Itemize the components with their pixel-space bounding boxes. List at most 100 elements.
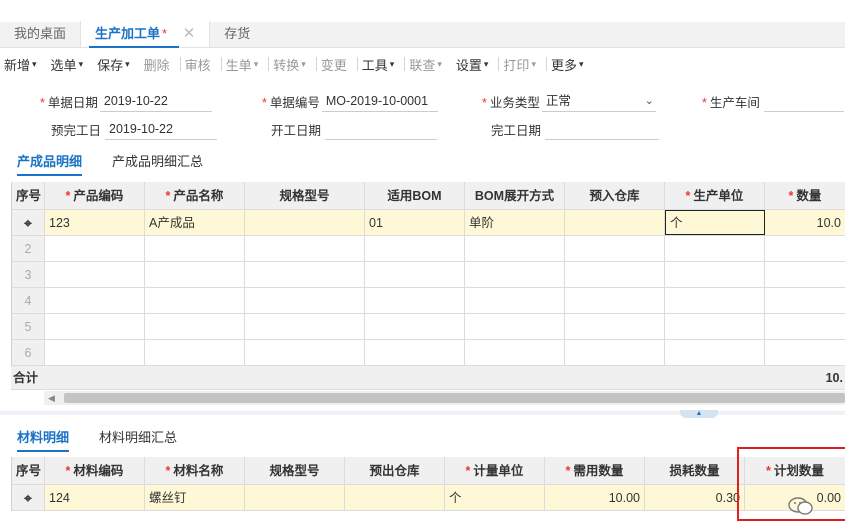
table-cell[interactable] xyxy=(245,485,345,510)
table-cell[interactable] xyxy=(465,236,565,261)
column-header[interactable]: 规格型号 xyxy=(245,182,365,209)
table-cell[interactable] xyxy=(145,236,245,261)
table-cell[interactable]: 01 xyxy=(365,210,465,235)
table-cell[interactable] xyxy=(45,236,145,261)
table-cell[interactable] xyxy=(665,340,765,365)
close-icon[interactable]: ✕ xyxy=(183,25,196,42)
table-cell[interactable] xyxy=(145,262,245,287)
table-cell[interactable] xyxy=(365,236,465,261)
table-cell[interactable] xyxy=(665,262,765,287)
biz-type-select[interactable]: 正常 ⌄ xyxy=(541,90,656,112)
table-cell[interactable]: 10.00 xyxy=(545,485,645,510)
column-header[interactable]: * 材料名称 xyxy=(145,457,245,484)
column-header[interactable]: * 需用数量 xyxy=(545,457,645,484)
column-header[interactable]: * 产品名称 xyxy=(145,182,245,209)
table-row[interactable]: 5 xyxy=(12,314,845,340)
table-cell[interactable]: A产成品 xyxy=(145,210,245,235)
column-header[interactable]: 规格型号 xyxy=(245,457,345,484)
toolbar-button-8[interactable]: 工具 ▾ xyxy=(358,55,405,74)
table-cell[interactable]: 123 xyxy=(45,210,145,235)
table-cell[interactable] xyxy=(365,262,465,287)
column-header[interactable]: * 计量单位 xyxy=(445,457,545,484)
tab-production-order[interactable]: 生产加工单 * ✕ xyxy=(80,21,211,48)
table-cell[interactable] xyxy=(45,340,145,365)
scroll-left-icon[interactable]: ◀ xyxy=(48,391,55,405)
tab-material-summary[interactable]: 材料明细汇总 xyxy=(99,427,177,452)
column-header[interactable]: 适用BOM xyxy=(365,182,465,209)
table-cell[interactable]: 124 xyxy=(45,485,145,510)
table-cell[interactable]: 螺丝钉 xyxy=(145,485,245,510)
scroll-thumb[interactable] xyxy=(64,393,845,403)
table-row[interactable]: 2 xyxy=(12,236,845,262)
column-header[interactable]: * 数量 xyxy=(765,182,845,209)
doc-date-input[interactable]: 2019-10-22 xyxy=(99,90,212,112)
toolbar-button-1[interactable]: 选单 ▾ xyxy=(47,55,94,74)
column-header[interactable]: BOM展开方式 xyxy=(465,182,565,209)
toolbar-button-6[interactable]: 转换 ▾ xyxy=(269,55,316,74)
toolbar-button-10[interactable]: 设置 ▾ xyxy=(452,55,499,74)
table-cell[interactable] xyxy=(465,340,565,365)
table-cell[interactable] xyxy=(45,288,145,313)
table-cell[interactable] xyxy=(245,236,365,261)
table-cell[interactable] xyxy=(145,340,245,365)
table-cell[interactable] xyxy=(665,288,765,313)
toolbar-button-4[interactable]: 审核 xyxy=(181,55,221,74)
table-cell[interactable] xyxy=(765,236,845,261)
table-cell[interactable] xyxy=(245,314,365,339)
doc-no-input[interactable]: MO-2019-10-0001 xyxy=(321,90,438,112)
table-cell[interactable] xyxy=(345,485,445,510)
table-cell[interactable]: 10.0 xyxy=(765,210,845,235)
table-cell[interactable] xyxy=(565,210,665,235)
table-cell[interactable] xyxy=(365,314,465,339)
table-cell[interactable] xyxy=(765,314,845,339)
tab-product-summary[interactable]: 产成品明细汇总 xyxy=(112,151,203,176)
table-cell[interactable] xyxy=(765,340,845,365)
table-cell[interactable] xyxy=(565,340,665,365)
table-cell[interactable] xyxy=(145,288,245,313)
table-cell[interactable] xyxy=(365,288,465,313)
table-cell[interactable]: 0.30 xyxy=(645,485,745,510)
row-insert-icon[interactable]: ⌖ xyxy=(24,210,32,235)
table-row[interactable]: 4 xyxy=(12,288,845,314)
table-cell[interactable] xyxy=(365,340,465,365)
table-cell[interactable] xyxy=(765,288,845,313)
toolbar-button-5[interactable]: 生单 ▾ xyxy=(222,55,269,74)
table-cell[interactable] xyxy=(565,314,665,339)
table-cell[interactable]: 个 xyxy=(665,210,765,235)
table-cell[interactable] xyxy=(245,288,365,313)
tab-desktop[interactable]: 我的桌面 xyxy=(0,21,80,47)
plan-finish-input[interactable]: 2019-10-22 xyxy=(105,118,218,140)
toolbar-button-2[interactable]: 保存 ▾ xyxy=(93,55,140,74)
column-header[interactable]: 预入仓库 xyxy=(565,182,665,209)
table-cell[interactable] xyxy=(145,314,245,339)
table-cell[interactable] xyxy=(465,288,565,313)
column-header[interactable]: 序号 xyxy=(12,457,45,484)
table-cell[interactable] xyxy=(45,262,145,287)
tab-inventory[interactable]: 存货 xyxy=(210,21,264,47)
column-header[interactable]: * 生产单位 xyxy=(665,182,765,209)
table-cell[interactable] xyxy=(245,262,365,287)
finish-date-input[interactable] xyxy=(545,118,660,140)
horizontal-scrollbar[interactable]: ◀ xyxy=(44,391,845,405)
toolbar-button-0[interactable]: 新增 ▾ xyxy=(0,55,47,74)
table-cell[interactable] xyxy=(465,262,565,287)
table-cell[interactable]: 单阶 xyxy=(465,210,565,235)
table-row[interactable]: ⌖ 123 A产成品 01 单阶 个 10.0 xyxy=(12,210,845,236)
column-header[interactable]: 损耗数量 xyxy=(645,457,745,484)
table-cell[interactable] xyxy=(245,210,365,235)
table-cell[interactable] xyxy=(465,314,565,339)
table-cell[interactable] xyxy=(245,340,365,365)
column-header[interactable]: * 材料编码 xyxy=(45,457,145,484)
tab-product-detail[interactable]: 产成品明细 xyxy=(17,151,83,176)
table-row[interactable]: ⌖ 124 螺丝钉个 10.00 0.30 0.00 xyxy=(12,485,845,511)
table-cell[interactable] xyxy=(565,236,665,261)
table-row[interactable]: 6 xyxy=(12,340,845,366)
table-cell[interactable] xyxy=(565,288,665,313)
workshop-input[interactable] xyxy=(763,90,844,112)
table-cell[interactable] xyxy=(45,314,145,339)
table-row[interactable]: 3 xyxy=(12,262,845,288)
toolbar-button-7[interactable]: 变更 xyxy=(317,55,357,74)
table-cell[interactable] xyxy=(765,262,845,287)
start-date-input[interactable] xyxy=(325,118,438,140)
table-cell[interactable]: 个 xyxy=(445,485,545,510)
